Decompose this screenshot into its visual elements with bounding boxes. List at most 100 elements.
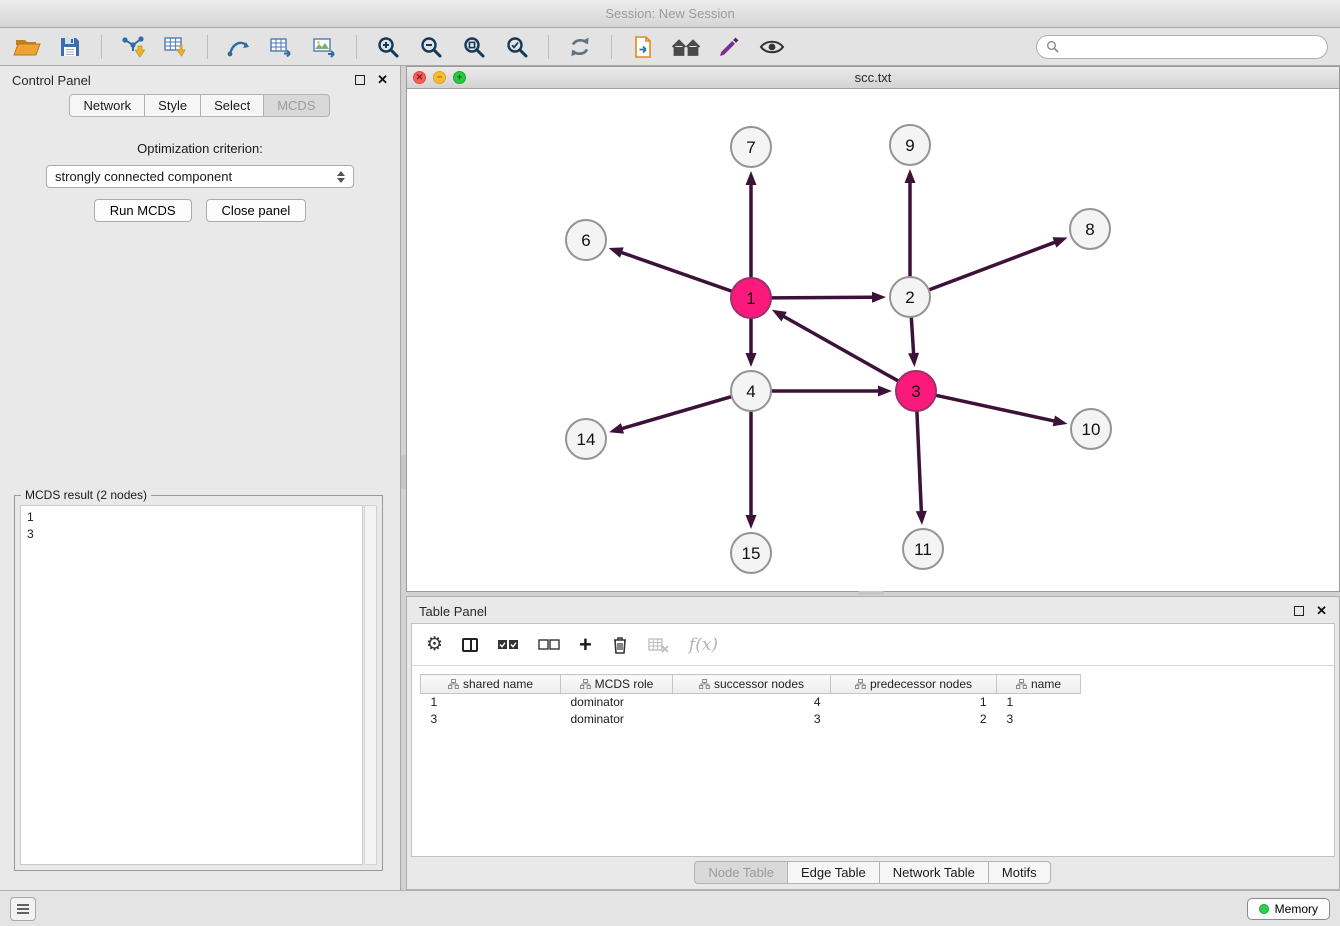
table-cell[interactable]: 4: [673, 694, 831, 711]
select-all-rows-icon[interactable]: [497, 631, 519, 659]
tab-network-table[interactable]: Network Table: [879, 861, 989, 884]
style-icon[interactable]: [710, 32, 748, 62]
save-session-icon[interactable]: [51, 32, 89, 62]
tab-node-table[interactable]: Node Table: [694, 861, 788, 884]
delete-table-icon[interactable]: [648, 631, 670, 659]
graph-edge-3-10[interactable]: [937, 395, 1054, 420]
column-header-name[interactable]: name: [997, 675, 1081, 694]
list-icon: [15, 902, 31, 916]
close-panel-icon[interactable]: ✕: [377, 72, 388, 88]
table-cell[interactable]: 1: [421, 694, 561, 711]
tab-mcds[interactable]: MCDS: [263, 94, 329, 117]
table-cell[interactable]: 1: [831, 694, 997, 711]
horizontal-splitter-grip[interactable]: [858, 591, 884, 595]
column-header-label: name: [1031, 677, 1061, 691]
fx-icon: f(x): [689, 635, 718, 655]
unchecked-boxes-icon: [538, 639, 560, 651]
apply-layout-icon[interactable]: [561, 32, 599, 62]
control-panel: Control Panel ✕ NetworkStyleSelectMCDS O…: [0, 66, 401, 890]
tab-network[interactable]: Network: [69, 94, 145, 117]
column-header-label: successor nodes: [714, 677, 804, 691]
graph-node-label: 3: [911, 382, 920, 401]
refresh-glyph: [567, 35, 593, 59]
eye-glyph: [759, 35, 785, 59]
automation-panel-icon[interactable]: [10, 897, 36, 921]
table-settings-icon[interactable]: ⚙: [426, 631, 443, 659]
graph-edge-1-2[interactable]: [772, 297, 872, 298]
table-cell[interactable]: 1: [997, 694, 1081, 711]
minimize-window-icon[interactable]: −: [433, 71, 446, 84]
zoom-selected-icon[interactable]: [498, 32, 536, 62]
import-table-icon[interactable]: [157, 32, 195, 62]
tab-motifs[interactable]: Motifs: [988, 861, 1051, 884]
table-row[interactable]: 3dominator323: [421, 711, 1081, 728]
zoom-selected-glyph: [505, 35, 529, 59]
search-input[interactable]: [1065, 39, 1318, 54]
import-network-icon[interactable]: [114, 32, 152, 62]
graph-edge-3-11[interactable]: [917, 412, 921, 511]
tab-edge-table[interactable]: Edge Table: [787, 861, 880, 884]
table-export-glyph: [269, 35, 295, 59]
table-panel-content: ⚙ +: [411, 623, 1335, 857]
memory-button[interactable]: Memory: [1247, 898, 1330, 920]
column-header-successor-nodes[interactable]: successor nodes: [673, 675, 831, 694]
table-cell[interactable]: 3: [997, 711, 1081, 728]
graph-edge-arrowhead: [872, 292, 886, 303]
table-cell[interactable]: 3: [673, 711, 831, 728]
criterion-dropdown[interactable]: strongly connected component: [46, 165, 354, 188]
gear-icon: ⚙: [426, 633, 443, 656]
main-toolbar: [0, 28, 1340, 66]
close-table-panel-icon[interactable]: ✕: [1316, 603, 1327, 619]
graph-edge-1-6[interactable]: [622, 253, 731, 291]
float-panel-icon[interactable]: [355, 75, 365, 85]
close-panel-button[interactable]: Close panel: [206, 199, 307, 222]
delete-column-icon[interactable]: [611, 631, 629, 659]
column-header-MCDS-role[interactable]: MCDS role: [561, 675, 673, 694]
network-canvas[interactable]: 7968124314101511: [407, 89, 1339, 591]
column-header-predecessor-nodes[interactable]: predecessor nodes: [831, 675, 997, 694]
graph-edge-2-8[interactable]: [930, 242, 1055, 289]
column-header-shared-name[interactable]: shared name: [421, 675, 561, 694]
zoom-in-icon[interactable]: [369, 32, 407, 62]
show-hide-icon[interactable]: [753, 32, 791, 62]
table-cell[interactable]: 3: [421, 711, 561, 728]
graph-edge-3-1[interactable]: [784, 317, 898, 381]
deselect-all-rows-icon[interactable]: [538, 631, 560, 659]
graph-node-label: 6: [581, 231, 590, 250]
graph-edge-arrowhead: [1053, 237, 1068, 247]
zoom-fit-icon[interactable]: [455, 32, 493, 62]
export-network-icon[interactable]: [220, 32, 258, 62]
tab-select[interactable]: Select: [200, 94, 264, 117]
export-table-icon[interactable]: [263, 32, 301, 62]
result-scrollbar[interactable]: [364, 505, 377, 865]
search-box[interactable]: [1036, 35, 1328, 59]
export-image-icon[interactable]: [306, 32, 344, 62]
close-window-icon[interactable]: ✕: [413, 71, 426, 84]
run-mcds-button[interactable]: Run MCDS: [94, 199, 192, 222]
vertical-splitter-grip[interactable]: [401, 455, 406, 489]
float-table-panel-icon[interactable]: [1294, 606, 1304, 616]
table-row[interactable]: 1dominator411: [421, 694, 1081, 711]
function-builder-icon[interactable]: f(x): [689, 631, 718, 659]
add-column-icon[interactable]: +: [579, 631, 592, 659]
table-toolbar: ⚙ +: [412, 624, 1334, 666]
network-graph: 7968124314101511: [407, 89, 1339, 591]
network-window-titlebar: ✕ − + scc.txt: [407, 67, 1339, 89]
table-cell[interactable]: dominator: [561, 711, 673, 728]
graph-edge-4-14[interactable]: [622, 397, 730, 429]
table-cell[interactable]: 2: [831, 711, 997, 728]
zoom-out-icon[interactable]: [412, 32, 450, 62]
image-export-glyph: [312, 35, 338, 59]
tab-style[interactable]: Style: [144, 94, 201, 117]
mcds-result-title: MCDS result (2 nodes): [21, 488, 151, 502]
home-icon[interactable]: [667, 32, 705, 62]
maximize-window-icon[interactable]: +: [453, 71, 466, 84]
graph-edge-2-3[interactable]: [911, 318, 913, 353]
trash-icon: [611, 635, 629, 655]
table-cell[interactable]: dominator: [561, 694, 673, 711]
open-file-icon[interactable]: [8, 32, 46, 62]
show-columns-icon[interactable]: [462, 631, 478, 659]
document-share-glyph: [631, 35, 655, 59]
table-body: 1dominator4113dominator323: [421, 694, 1081, 728]
open-browser-icon[interactable]: [624, 32, 662, 62]
